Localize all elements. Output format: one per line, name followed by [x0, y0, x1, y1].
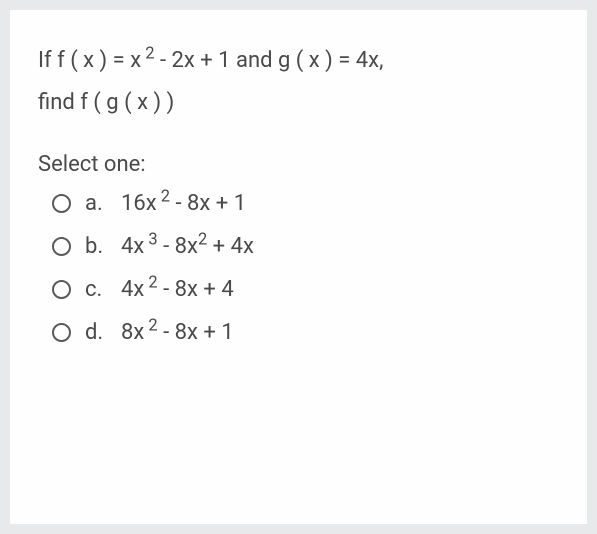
- option-text: 8x 2 - 8x + 1: [121, 320, 234, 345]
- option-text: 4x 3 - 8x2 + 4x: [121, 234, 254, 259]
- option-letter: b.: [85, 234, 107, 259]
- radio-button[interactable]: [52, 194, 71, 213]
- question-line2: find f ( g ( x ) ): [38, 90, 174, 115]
- question-card: If f ( x ) = x 2 - 2x + 1 and g ( x ) = …: [10, 10, 587, 524]
- question-line1-mid: - 2x + 1 and g ( x ) = 4x,: [155, 48, 384, 73]
- option-row: d. 8x 2 - 8x + 1: [52, 320, 559, 345]
- question-line1-exp1: 2: [141, 45, 154, 64]
- option-row: b. 4x 3 - 8x2 + 4x: [52, 234, 559, 259]
- option-row: a. 16x 2 - 8x + 1: [52, 191, 559, 216]
- option-letter: a.: [85, 191, 107, 216]
- select-prompt: Select one:: [38, 152, 559, 177]
- radio-button[interactable]: [52, 237, 71, 256]
- radio-button[interactable]: [52, 323, 71, 342]
- option-text: 16x 2 - 8x + 1: [121, 191, 246, 216]
- options-list: a. 16x 2 - 8x + 1 b. 4x 3 - 8x2 + 4x c. 4x 2 …: [38, 191, 559, 345]
- question-text: If f ( x ) = x 2 - 2x + 1 and g ( x ) = …: [38, 40, 559, 124]
- question-line1-pre: If f ( x ) = x: [38, 48, 141, 73]
- radio-button[interactable]: [52, 280, 71, 299]
- option-row: c. 4x 2 - 8x + 4: [52, 277, 559, 302]
- option-letter: d.: [85, 320, 107, 345]
- option-text: 4x 2 - 8x + 4: [121, 277, 234, 302]
- option-letter: c.: [85, 277, 107, 302]
